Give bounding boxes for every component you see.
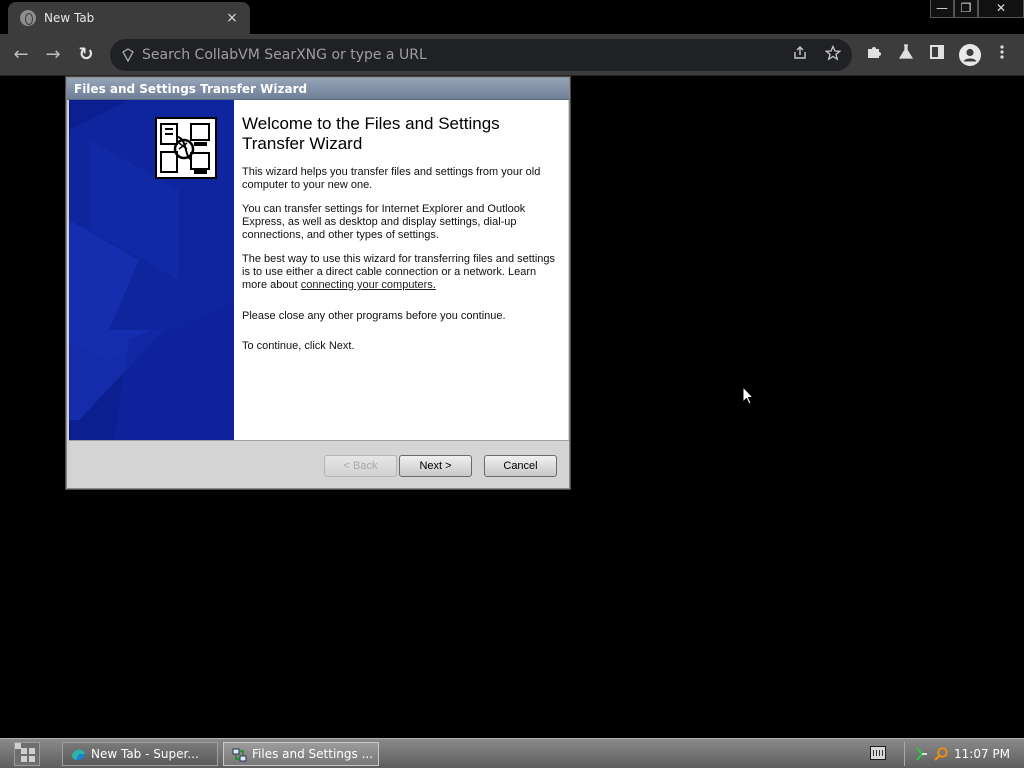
taskbar-item-wizard[interactable]: Files and Settings ...: [223, 742, 379, 766]
address-input[interactable]: [142, 39, 782, 71]
tab-new-tab[interactable]: New Tab ×: [8, 2, 250, 34]
globe-icon: [20, 10, 36, 26]
wizard-paragraph-connection: The best way to use this wizard for tran…: [242, 253, 558, 292]
star-icon[interactable]: [823, 44, 843, 65]
start-button[interactable]: [14, 742, 40, 766]
system-tray: 11:07 PM: [904, 742, 1024, 766]
extensions-icon[interactable]: [863, 44, 885, 66]
labs-icon[interactable]: [895, 44, 917, 66]
taskbar-item-label: New Tab - Super...: [91, 747, 199, 761]
wizard-content: Welcome to the Files and Settings Transf…: [234, 100, 568, 440]
network-icon[interactable]: [915, 746, 929, 766]
menu-icon[interactable]: [991, 44, 1013, 66]
wizard-footer: < Back Next > Cancel: [69, 440, 569, 488]
search-icon[interactable]: [933, 746, 949, 766]
wizard-paragraph-continue: To continue, click Next.: [242, 340, 355, 352]
back-wizard-button[interactable]: < Back: [324, 455, 397, 477]
close-window-button[interactable]: ✕: [978, 0, 1024, 18]
browser-toolbar: ← → ↻: [0, 34, 1024, 76]
taskbar-item-label: Files and Settings ...: [252, 747, 374, 761]
keyboard-icon[interactable]: [870, 746, 886, 760]
connecting-computers-link[interactable]: connecting your computers.: [301, 279, 436, 291]
taskbar: New Tab - Super... Files and Settings ..…: [0, 738, 1024, 768]
profile-icon[interactable]: [959, 44, 981, 66]
wizard-paragraph-close-programs: Please close any other programs before y…: [242, 310, 506, 322]
window-controls: — ❐ ✕: [930, 0, 1024, 18]
taskbar-item-browser[interactable]: New Tab - Super...: [62, 742, 218, 766]
transfer-wizard-icon: [232, 747, 247, 762]
tab-title: New Tab: [44, 11, 95, 25]
wizard-title: Files and Settings Transfer Wizard: [67, 78, 569, 100]
mouse-cursor-icon: [742, 385, 755, 409]
wizard-paragraph-intro: This wizard helps you transfer files and…: [242, 166, 541, 191]
clock: 11:07 PM: [954, 747, 1010, 761]
wizard-paragraph-settings: You can transfer settings for Internet E…: [242, 203, 526, 241]
reload-button[interactable]: ↻: [73, 42, 99, 68]
omnibox[interactable]: [110, 39, 852, 71]
wizard-banner: [69, 100, 234, 440]
forward-button[interactable]: →: [40, 42, 66, 68]
search-engine-icon: [122, 48, 134, 63]
wizard-heading: Welcome to the Files and Settings Transf…: [242, 114, 500, 153]
tab-close-icon[interactable]: ×: [224, 10, 240, 26]
restore-button[interactable]: ❐: [954, 0, 978, 18]
side-panel-icon[interactable]: [926, 44, 948, 66]
minimize-button[interactable]: —: [930, 0, 954, 18]
next-button[interactable]: Next >: [399, 455, 472, 477]
share-icon[interactable]: [790, 45, 810, 65]
transfer-wizard-icon: [155, 117, 217, 179]
tab-strip: New Tab × — ❐ ✕: [0, 0, 1024, 34]
back-button[interactable]: ←: [8, 42, 34, 68]
browser-icon: [71, 747, 86, 761]
transfer-wizard-window: Files and Settings Transfer Wizard Welco…: [66, 77, 570, 489]
cancel-button[interactable]: Cancel: [484, 455, 557, 477]
